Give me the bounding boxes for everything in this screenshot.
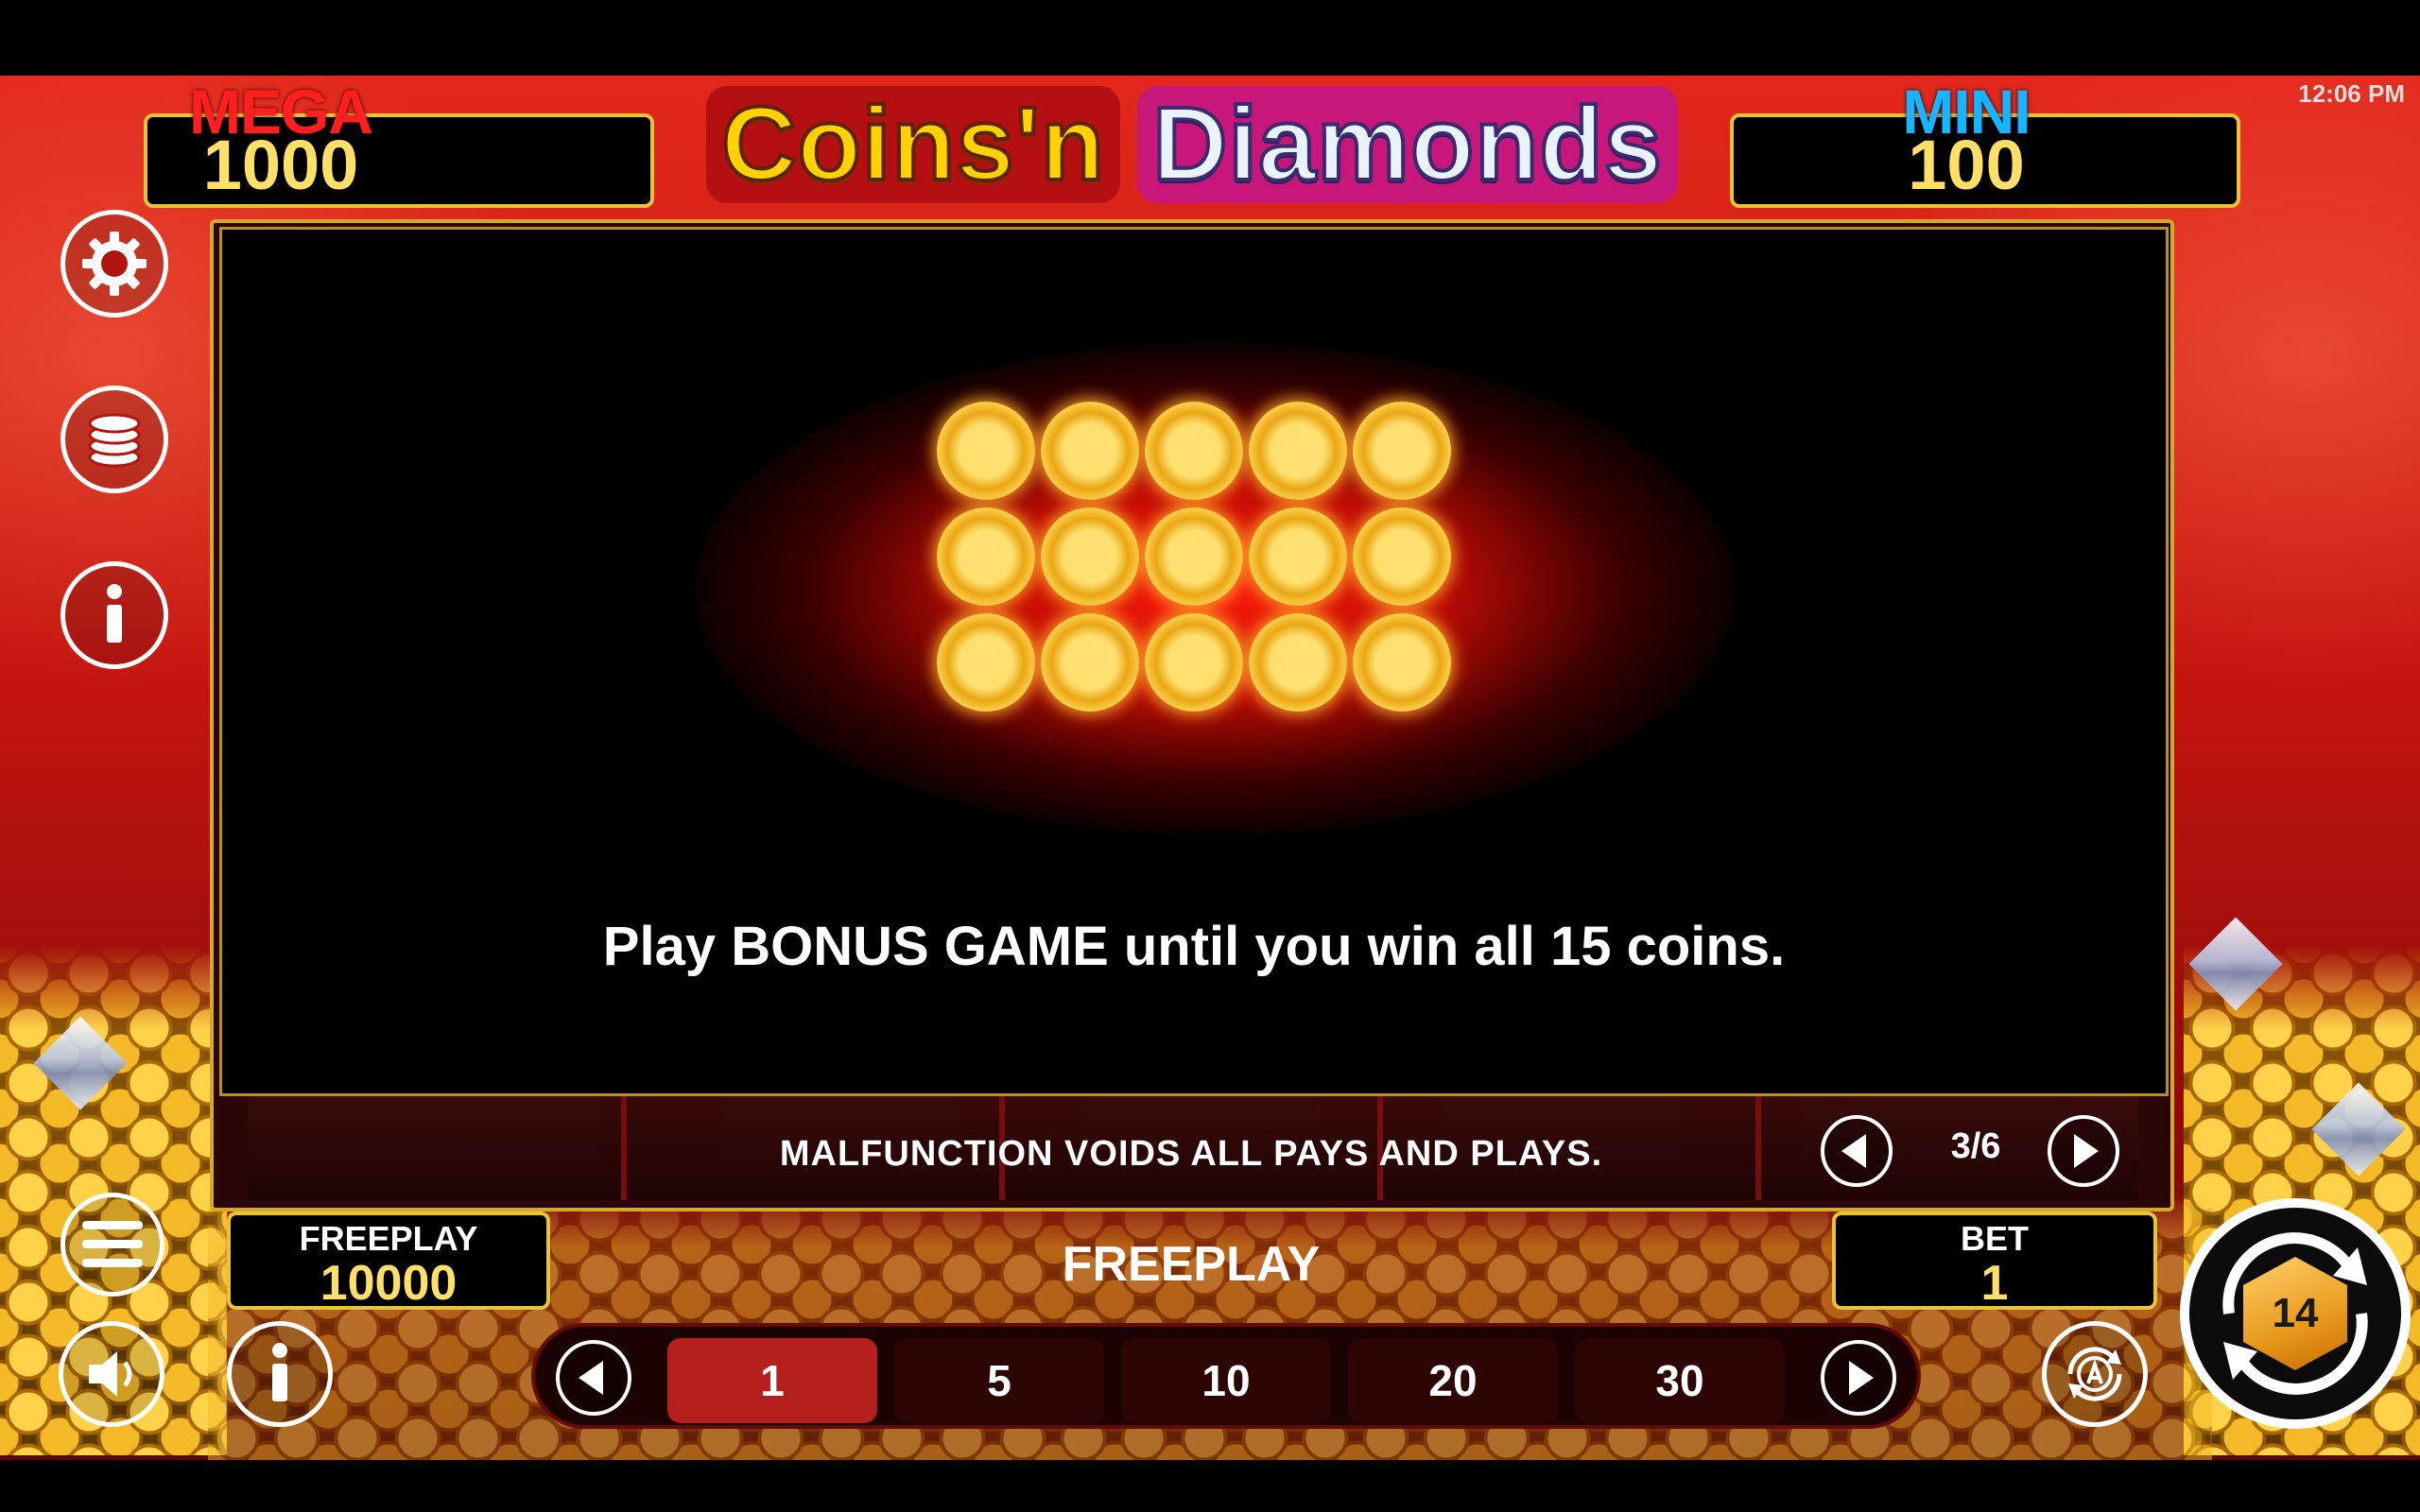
gold-coin-icon [1353, 402, 1451, 500]
bottom-black-bar [0, 1460, 2420, 1512]
coin-stack-icon [88, 413, 141, 468]
info-message: Play BONUS GAME until you win all 15 coi… [602, 916, 1786, 977]
info-page-indicator: 3/6 [1950, 1126, 2001, 1166]
mini-jackpot-value: 100 [1908, 126, 2025, 204]
mega-jackpot-panel: MEGA 1000 [144, 77, 654, 208]
top-black-bar [0, 0, 2420, 76]
bet-option-20[interactable]: 20 [1348, 1338, 1558, 1423]
gold-coin-icon [937, 402, 1035, 500]
bonus-coins-grid [937, 402, 1476, 727]
autoplay-button[interactable] [2042, 1321, 2148, 1427]
info-prev-page-button[interactable] [1821, 1115, 1893, 1187]
info-next-page-button[interactable] [2048, 1115, 2119, 1187]
balance-label: FREEPLAY [299, 1219, 478, 1258]
gold-coin-icon [1249, 507, 1347, 606]
gold-coin-icon [1145, 507, 1243, 606]
gold-coin-icon [1145, 402, 1243, 500]
bet-box: BET 1 [1832, 1211, 2157, 1310]
gold-coin-icon [1249, 613, 1347, 712]
logo-coins-text: Coins'n [706, 86, 1121, 203]
coin-stack-button[interactable] [60, 386, 168, 493]
gold-coin-icon [1249, 402, 1347, 500]
balance-box: FREEPLAY 10000 [227, 1211, 550, 1310]
bet-increase-button[interactable] [1821, 1340, 1896, 1416]
bet-selector: 1 5 10 20 30 [531, 1323, 1921, 1429]
spin-button[interactable]: 14 [2180, 1198, 2411, 1429]
sound-button[interactable] [59, 1321, 164, 1427]
arrow-right-icon [1849, 1361, 1874, 1395]
bet-option-10[interactable]: 10 [1121, 1338, 1331, 1423]
autoplay-icon [2067, 1347, 2122, 1401]
gear-icon [82, 232, 147, 296]
balance-value: 10000 [320, 1256, 458, 1311]
logo-diamonds-text: Diamonds [1137, 86, 1678, 203]
gold-coin-icon [1041, 402, 1139, 500]
bet-option-1[interactable]: 1 [667, 1338, 877, 1423]
gold-coin-icon [1145, 613, 1243, 712]
paytable-info-button[interactable] [227, 1321, 333, 1427]
arrow-left-icon [1841, 1134, 1866, 1168]
mega-jackpot-value: 1000 [202, 126, 359, 204]
bet-decrease-button[interactable] [556, 1340, 631, 1416]
clock: 12:06 PM [2298, 79, 2405, 108]
info-button[interactable] [60, 561, 168, 669]
gold-coin-icon [1353, 613, 1451, 712]
bet-value: 1 [1980, 1256, 2009, 1311]
bet-option-5[interactable]: 5 [894, 1338, 1104, 1423]
mini-jackpot-panel: MINI 100 [1730, 77, 2240, 208]
gold-coin-icon [1041, 507, 1139, 606]
arrow-left-icon [579, 1361, 603, 1395]
bet-label: BET [1961, 1219, 2029, 1258]
mode-label: FREEPLAY [1062, 1237, 1321, 1292]
menu-button[interactable] [60, 1193, 164, 1297]
hamburger-icon [82, 1221, 143, 1267]
paytable-info-panel: Play BONUS GAME until you win all 15 coi… [219, 227, 2169, 1096]
arrow-right-icon [2074, 1134, 2099, 1168]
info-icon [107, 584, 122, 643]
gold-coin-icon [1041, 613, 1139, 712]
speaker-icon [89, 1351, 132, 1397]
settings-button[interactable] [60, 210, 168, 318]
bet-option-30[interactable]: 30 [1575, 1338, 1785, 1423]
info-icon [272, 1343, 287, 1401]
gold-coin-icon [937, 613, 1035, 712]
game-logo: Coins'n Diamonds [673, 81, 1711, 208]
gold-coin-icon [937, 507, 1035, 606]
gold-coin-icon [1353, 507, 1451, 606]
